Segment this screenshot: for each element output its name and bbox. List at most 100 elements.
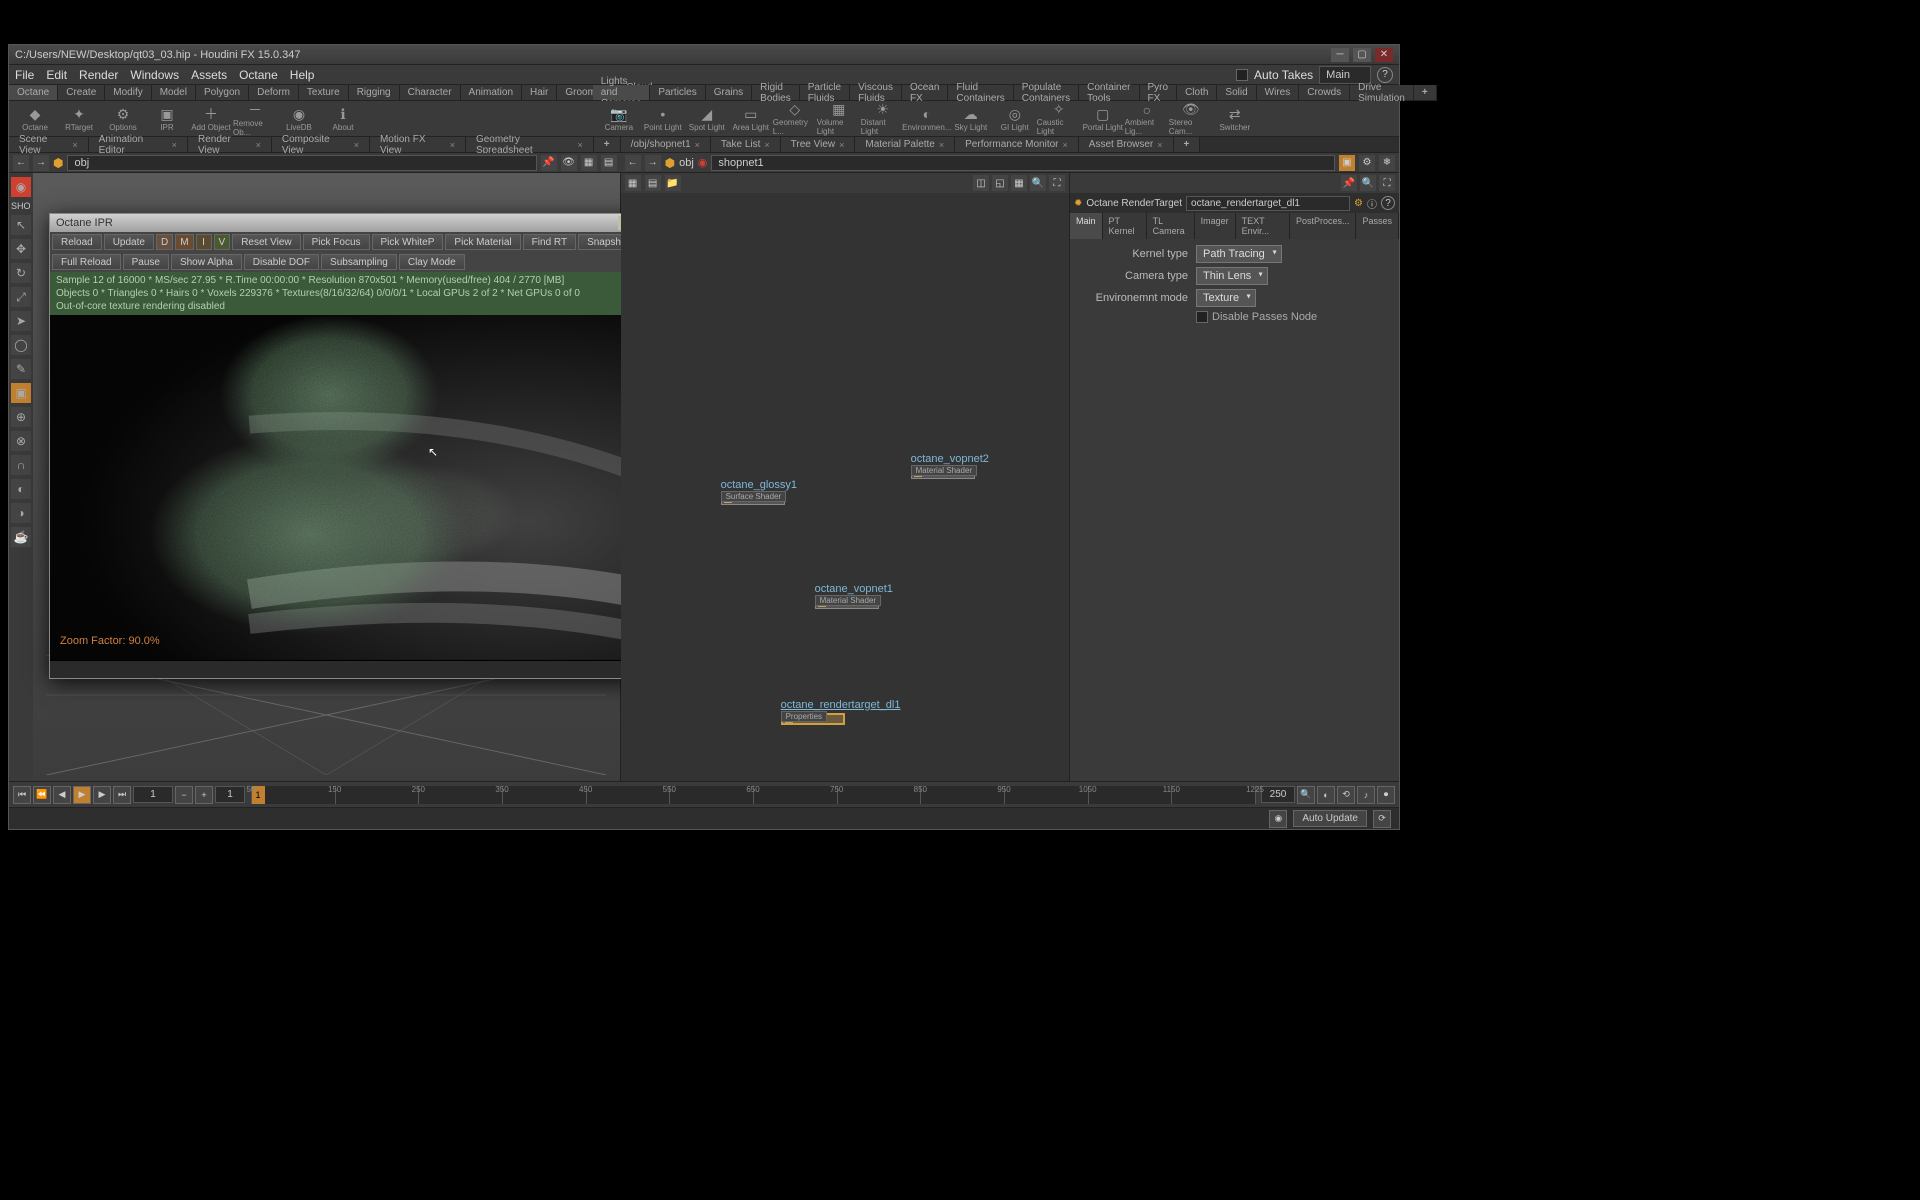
- shelf-tab-hair[interactable]: Hair: [522, 85, 557, 100]
- tl-opt3[interactable]: ⟲: [1337, 786, 1355, 804]
- env-select[interactable]: Texture: [1196, 289, 1256, 307]
- shelf-tab-particle-fluids[interactable]: Particle Fluids: [800, 85, 850, 100]
- auto-update-button[interactable]: Auto Update: [1293, 810, 1367, 827]
- params-tab-imager[interactable]: Imager: [1195, 213, 1236, 239]
- flag-icon[interactable]: ▣: [1339, 155, 1355, 171]
- forward-button-r[interactable]: →: [645, 155, 661, 171]
- menu-windows[interactable]: Windows: [130, 68, 179, 82]
- tool-lasso[interactable]: ◯: [11, 335, 31, 355]
- params-gear2-icon[interactable]: ⚙: [1354, 198, 1363, 209]
- params-tab-pt-kernel[interactable]: PT Kernel: [1103, 213, 1147, 239]
- menu-render[interactable]: Render: [79, 68, 118, 82]
- node-vop2[interactable]: octane_vopnet2 Material Shader: [911, 453, 989, 479]
- menu-edit[interactable]: Edit: [46, 68, 67, 82]
- pin-icon[interactable]: 📌: [541, 155, 557, 171]
- shelf-icon-rtarget[interactable]: ✦RTarget: [57, 102, 101, 136]
- ipr-letter-i[interactable]: I: [196, 234, 212, 250]
- ipr-subsampling[interactable]: Subsampling: [321, 254, 397, 270]
- shelf-icon-environmen-[interactable]: ◐Environmen...: [905, 102, 949, 136]
- camera-select[interactable]: Thin Lens: [1196, 267, 1268, 285]
- menu-octane[interactable]: Octane: [239, 68, 278, 82]
- ipr-find-rt[interactable]: Find RT: [523, 234, 576, 250]
- tool-box[interactable]: ▣: [11, 383, 31, 403]
- ipr-title-bar[interactable]: Octane IPR ─ ▢ ✕: [50, 214, 688, 232]
- path-prefix[interactable]: obj: [679, 157, 694, 169]
- shelf-tab-crowds[interactable]: Crowds: [1299, 85, 1350, 100]
- node-glossy[interactable]: octane_glossy1 Surface Shader: [721, 479, 797, 505]
- tl-stepback[interactable]: ◀: [53, 786, 71, 804]
- menu-file[interactable]: File: [15, 68, 34, 82]
- net-view-2[interactable]: ◱: [992, 175, 1008, 191]
- shelf-tab-viscous-fluids[interactable]: Viscous Fluids: [850, 85, 902, 100]
- net-icon-3[interactable]: 📁: [665, 175, 681, 191]
- param-pin-icon[interactable]: 📌: [1341, 175, 1357, 191]
- status-icon2[interactable]: ⟳: [1373, 810, 1391, 828]
- shelf-icon-ipr[interactable]: ▣IPR: [145, 102, 189, 136]
- pane-tab-tree-view[interactable]: Tree View×: [781, 137, 856, 152]
- shelf-icon-stereo-cam-[interactable]: 👁Stereo Cam...: [1169, 102, 1213, 136]
- shelf-icon-remove-ob-[interactable]: －Remove Ob...: [233, 102, 277, 136]
- tl-stepfw[interactable]: ▶: [93, 786, 111, 804]
- tool-brush[interactable]: ✎: [11, 359, 31, 379]
- shelf-tab-polygon[interactable]: Polygon: [196, 85, 249, 100]
- ipr-pick-material[interactable]: Pick Material: [445, 234, 520, 250]
- tool-arrow[interactable]: ➤: [11, 311, 31, 331]
- shelf-icon-area-light[interactable]: ▭Area Light: [729, 102, 773, 136]
- params-tab-tl-camera[interactable]: TL Camera: [1147, 213, 1195, 239]
- shelf-tab-rigid-bodies[interactable]: Rigid Bodies: [752, 85, 800, 100]
- back-button[interactable]: ←: [13, 155, 29, 171]
- shelf-tab-deform[interactable]: Deform: [249, 85, 299, 100]
- shelf-icon-options[interactable]: ⚙Options: [101, 102, 145, 136]
- pane-tab-animation-editor[interactable]: Animation Editor×: [89, 137, 188, 152]
- shelf-icon-camera[interactable]: 📷Camera: [597, 102, 641, 136]
- minimize-button[interactable]: ─: [1331, 48, 1349, 62]
- pane-tab-render-view[interactable]: Render View×: [188, 137, 272, 152]
- params-name-input[interactable]: [1186, 196, 1350, 211]
- tool-misc2[interactable]: ◑: [11, 503, 31, 523]
- tl-dec[interactable]: −: [175, 786, 193, 804]
- close-button[interactable]: ✕: [1375, 48, 1393, 62]
- path-input-left[interactable]: [67, 155, 536, 171]
- eye-icon[interactable]: 👁: [561, 155, 577, 171]
- ipr-letter-m[interactable]: M: [175, 234, 193, 250]
- shelf-tab-drive-simulation[interactable]: Drive Simulation: [1350, 85, 1414, 100]
- disable-passes-checkbox[interactable]: [1196, 311, 1208, 323]
- pane-tab-performance-monitor[interactable]: Performance Monitor×: [955, 137, 1079, 152]
- tl-frame-field[interactable]: [133, 786, 173, 803]
- params-tab-passes[interactable]: Passes: [1356, 213, 1399, 239]
- pane-tab-geometry-spreadsheet[interactable]: Geometry Spreadsheet×: [466, 137, 594, 152]
- shelf-tab-populate-containers[interactable]: Populate Containers: [1014, 85, 1079, 100]
- home-icon-r[interactable]: ⬢: [665, 156, 675, 170]
- shop-tab-icon[interactable]: ◉: [11, 177, 31, 197]
- net-view-3[interactable]: ▦: [1011, 175, 1027, 191]
- shelf-icon-switcher[interactable]: ⇄Switcher: [1213, 102, 1257, 136]
- tl-last[interactable]: ⏭: [113, 786, 131, 804]
- tl-opt5[interactable]: ⏺: [1377, 786, 1395, 804]
- ipr-reset-view[interactable]: Reset View: [232, 234, 300, 250]
- shelf-tab-cloth[interactable]: Cloth: [1177, 85, 1217, 100]
- pane-tab-+[interactable]: +: [594, 137, 621, 152]
- shelf-tab-solid[interactable]: Solid: [1217, 85, 1256, 100]
- maximize-button[interactable]: ▢: [1353, 48, 1371, 62]
- shelf-tab-animation[interactable]: Animation: [461, 85, 522, 100]
- ipr-render-view[interactable]: Zoom Factor: 90.0% ↖: [50, 315, 688, 661]
- tl-opt2[interactable]: ◐: [1317, 786, 1335, 804]
- shelf-tab-modify[interactable]: Modify: [105, 85, 151, 100]
- ipr-full-reload[interactable]: Full Reload: [52, 254, 121, 270]
- net-icon-2[interactable]: ▤: [645, 175, 661, 191]
- help-icon[interactable]: ?: [1377, 67, 1393, 83]
- shelf-icon-ambient-lig-[interactable]: ○Ambient Lig...: [1125, 102, 1169, 136]
- back-button-r[interactable]: ←: [625, 155, 641, 171]
- ipr-pick-focus[interactable]: Pick Focus: [303, 234, 370, 250]
- menu-help[interactable]: Help: [290, 68, 315, 82]
- ipr-update[interactable]: Update: [104, 234, 154, 250]
- net-expand-icon[interactable]: ⛶: [1049, 175, 1065, 191]
- tl-first[interactable]: ⏮: [13, 786, 31, 804]
- tl-ruler[interactable]: 1 50150250350450550650750850950105011501…: [251, 786, 1255, 804]
- tool-move[interactable]: ✥: [11, 239, 31, 259]
- shelf-tab-container-tools[interactable]: Container Tools: [1079, 85, 1139, 100]
- path-input-right[interactable]: [711, 155, 1335, 171]
- params-help-icon[interactable]: ?: [1381, 196, 1395, 210]
- pane-tab-motion-fx-view[interactable]: Motion FX View×: [370, 137, 466, 152]
- node-vop1[interactable]: octane_vopnet1 Material Shader: [815, 583, 893, 609]
